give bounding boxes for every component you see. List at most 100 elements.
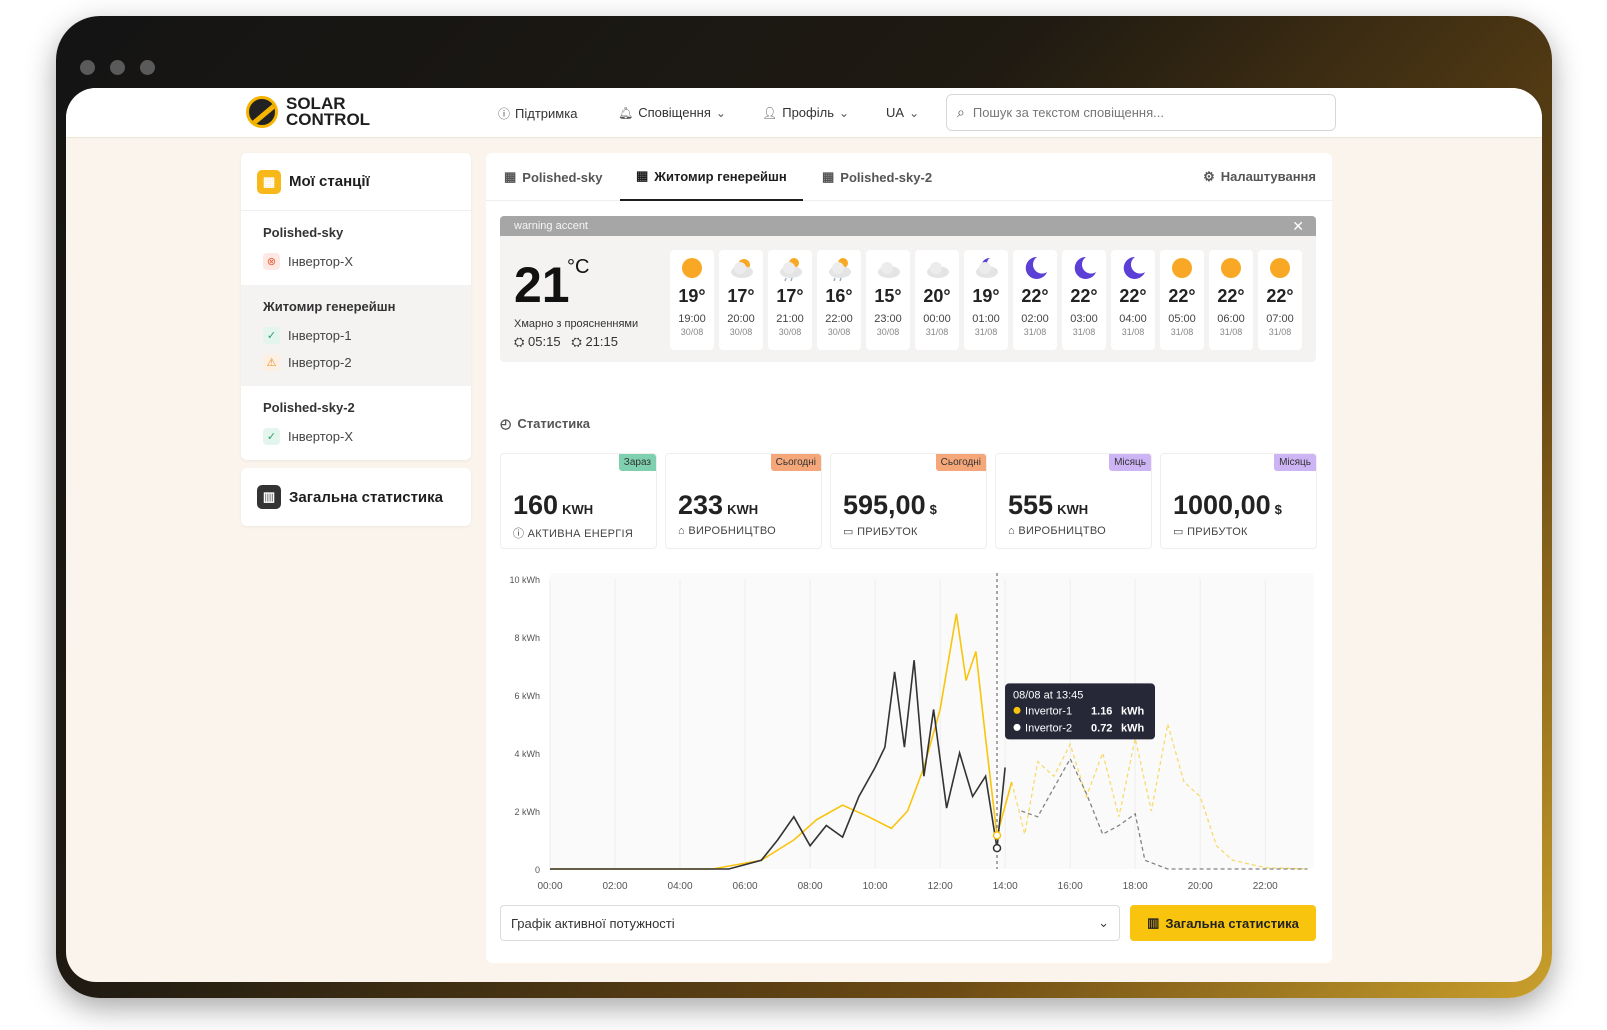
nav-notifications[interactable]: 🔔︎ Сповіщення ⌄: [618, 105, 726, 120]
settings-button[interactable]: ⚙ Налаштування: [1203, 169, 1316, 185]
chart-icon: ▥: [257, 485, 281, 509]
kpi-label: ▭ ПРИБУТОК: [843, 526, 918, 538]
search-box: ⌕: [946, 94, 1336, 131]
inverter-item[interactable]: ✓ Інвертор-1: [263, 322, 449, 349]
forecast-hour: 05:00: [1168, 313, 1196, 325]
forecast-temp: 20°: [923, 286, 951, 306]
kpi-value: 555 KWH: [1008, 490, 1089, 520]
nav-profile[interactable]: 👤︎ Профіль ⌄: [762, 105, 849, 120]
home-icon: ⌂: [1008, 525, 1015, 537]
kpi-label: ⓘ АКТИВНА ЕНЕРГІЯ: [513, 528, 634, 540]
station-list: Polished-sky ⊗ Інвертор-X Житомир генерейшн…: [241, 211, 471, 460]
cloud-icon: [915, 254, 959, 282]
x-tick-label: 10:00: [863, 881, 888, 892]
y-tick-label: 8 kWh: [514, 633, 540, 643]
bolt-icon: ⓘ: [513, 528, 525, 540]
forecast-temp: 16°: [825, 286, 853, 306]
tab-zhytomyr[interactable]: ▦ Житомир генерейшн: [620, 153, 803, 201]
station-item[interactable]: Житомир генерейшн ✓ Інвертор-1 ⚠ Інвертор-2: [241, 285, 471, 386]
forecast-item: 19° 01:00 31/08: [964, 250, 1008, 350]
tab-polished-sky-2[interactable]: ▦ Polished-sky-2: [806, 153, 948, 201]
tooltip-dot: [1013, 706, 1021, 714]
forecast-date: 30/08: [778, 327, 802, 337]
forecast-hour: 19:00: [678, 313, 706, 325]
forecast-hour: 01:00: [972, 313, 1000, 325]
forecast-item: 22° 02:00 31/08: [1013, 250, 1057, 350]
forecast-item: 22° 05:00 31/08: [1160, 250, 1204, 350]
x-tick-label: 08:00: [798, 881, 823, 892]
sun-times: ⛭ 05:15 ⛭ 21:15: [514, 334, 618, 349]
kpi-label: ▭ ПРИБУТОК: [1173, 526, 1248, 538]
kpi-value: 160 KWH: [513, 490, 594, 520]
forecast-temp: 19°: [972, 286, 1000, 306]
forecast-date: 30/08: [827, 327, 851, 337]
kpi-card: Місяць 555 KWH ⌂ ВИРОБНИЦТВО: [995, 453, 1152, 549]
tooltip-unit: kWh: [1121, 705, 1145, 717]
power-chart[interactable]: 00:00 02:00 04:00 06:00 08:00 10:00 12:00 14:00…: [494, 563, 1324, 893]
nav-language[interactable]: UA ⌄: [886, 105, 919, 120]
forecast-hour: 21:00: [776, 313, 804, 325]
forecast-temp: 19°: [678, 286, 706, 306]
cursor-point: [992, 831, 1002, 840]
forecast-temp: 17°: [727, 286, 755, 306]
kpi-label: ⌂ ВИРОБНИЦТВО: [1008, 525, 1106, 537]
chart-type-select[interactable]: Графік активної потужності ⌄: [500, 905, 1120, 941]
inverter-item[interactable]: ⊗ Інвертор-X: [263, 248, 449, 275]
general-stats-card[interactable]: ▥ Загальна статистика: [241, 468, 471, 526]
tooltip-series-name: Invertor-1: [1025, 705, 1072, 717]
forecast-hour: 23:00: [874, 313, 902, 325]
inverter-item[interactable]: ⚠ Інвертор-2: [263, 349, 449, 376]
window-dot-close[interactable]: [80, 60, 95, 75]
cloud-icon: [866, 254, 910, 282]
y-tick-label: 6 kWh: [514, 691, 540, 701]
forecast-hour: 03:00: [1070, 313, 1098, 325]
logo-icon: [246, 96, 278, 128]
forecast-date: 31/08: [1219, 327, 1243, 337]
x-tick-label: 06:00: [733, 881, 758, 892]
nav-support[interactable]: ⓘ Підтримка: [498, 105, 577, 122]
rain-sun-icon: [768, 254, 812, 282]
kpi-card: Місяць 1000,00 $ ▭ ПРИБУТОК: [1160, 453, 1317, 549]
window-dot-minimize[interactable]: [110, 60, 125, 75]
sun-icon: [670, 254, 714, 282]
x-tick-label: 02:00: [603, 881, 628, 892]
bell-icon: 🔔︎: [618, 105, 634, 120]
home-icon: ⌂: [678, 525, 685, 537]
error-icon: ⊗: [263, 253, 280, 270]
money-icon: ▭: [843, 526, 854, 538]
tab-polished-sky[interactable]: ▦ Polished-sky: [488, 153, 619, 201]
inverter-item[interactable]: ✓ Інвертор-X: [263, 423, 449, 450]
period-badge: Сьогодні: [770, 454, 821, 471]
station-name: Polished-sky: [263, 225, 344, 240]
station-item[interactable]: Polished-sky-2 ✓ Інвертор-X: [241, 386, 471, 460]
x-tick-label: 18:00: [1123, 881, 1148, 892]
station-item[interactable]: Polished-sky ⊗ Інвертор-X: [241, 211, 471, 285]
rain-sun-icon: [817, 254, 861, 282]
app-screen: SOLAR CONTROL ⓘ Підтримка 🔔︎ Сповіщення ⌄ 👤︎…: [66, 88, 1542, 982]
main-panel: ▦ Polished-sky ▦ Житомир генерейшн ▦ Polish…: [486, 153, 1332, 963]
chevron-down-icon: ⌄: [909, 105, 920, 120]
period-badge: Зараз: [618, 454, 656, 471]
search-icon: ⌕: [957, 104, 965, 120]
tooltip-dot: [1013, 723, 1021, 731]
x-tick-label: 22:00: [1253, 881, 1278, 892]
stations-header[interactable]: ▦ Мої станції: [241, 153, 471, 211]
kpi-value: 233 KWH: [678, 490, 759, 520]
search-input[interactable]: [972, 105, 1313, 120]
y-tick-label: 4 kWh: [514, 749, 540, 759]
window-dot-maximize[interactable]: [140, 60, 155, 75]
moon-cloud-icon: [964, 254, 1008, 282]
general-stats-button[interactable]: ▥ Загальна статистика: [1130, 905, 1316, 941]
forecast-hour: 20:00: [727, 313, 755, 325]
forecast-temp: 22°: [1266, 286, 1294, 306]
x-tick-label: 12:00: [928, 881, 953, 892]
forecast-item: 20° 00:00 31/08: [915, 250, 959, 350]
sunrise-icon: ⛭: [514, 334, 525, 349]
solar-panel-icon: ▦: [257, 169, 281, 194]
forecast-date: 31/08: [1170, 327, 1194, 337]
tooltip-value: 1.16: [1091, 705, 1112, 717]
forecast-temp: 17°: [776, 286, 804, 306]
logo[interactable]: SOLAR CONTROL: [246, 95, 376, 128]
forecast-hour: 06:00: [1217, 313, 1245, 325]
close-icon[interactable]: ✕: [1292, 216, 1304, 236]
